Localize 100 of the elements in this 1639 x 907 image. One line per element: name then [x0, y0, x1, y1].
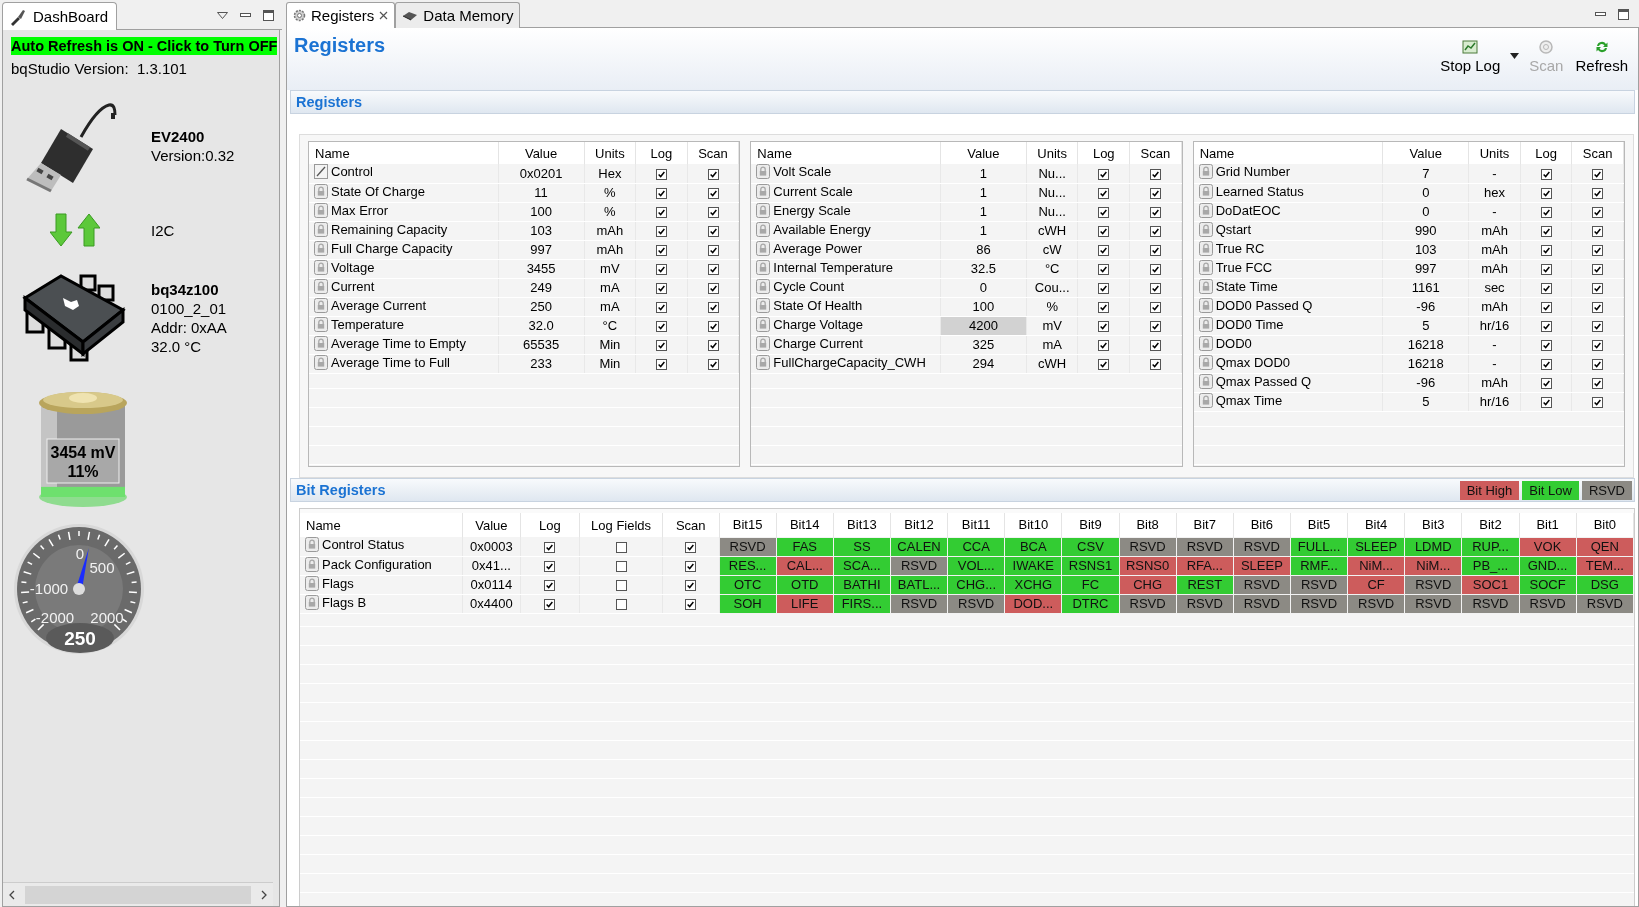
toolbar-button[interactable]: Stop Log	[1438, 39, 1503, 74]
checkbox[interactable]	[1592, 168, 1604, 180]
checkbox[interactable]	[1592, 264, 1604, 276]
checkbox[interactable]	[1592, 283, 1604, 295]
register-value[interactable]: 0x0201	[498, 164, 585, 183]
maximize-icon[interactable]	[263, 9, 274, 21]
checkbox[interactable]	[544, 580, 556, 592]
checkbox[interactable]	[1592, 207, 1604, 219]
checkbox[interactable]	[1149, 264, 1161, 276]
checkbox[interactable]	[655, 168, 667, 180]
checkbox[interactable]	[1592, 302, 1604, 314]
checkbox[interactable]	[707, 264, 719, 276]
checkbox[interactable]	[655, 283, 667, 295]
checkbox[interactable]	[1098, 188, 1110, 200]
maximize-icon[interactable]	[1618, 8, 1629, 20]
checkbox[interactable]	[1098, 359, 1110, 371]
checkbox[interactable]	[707, 168, 719, 180]
checkbox[interactable]	[655, 340, 667, 352]
checkbox[interactable]	[1149, 321, 1161, 333]
checkbox[interactable]	[685, 561, 697, 573]
checkbox[interactable]	[707, 340, 719, 352]
checkbox[interactable]	[1540, 207, 1552, 219]
register-value[interactable]: 7	[1382, 164, 1469, 183]
checkbox[interactable]	[1540, 168, 1552, 180]
checkbox[interactable]	[1098, 340, 1110, 352]
checkbox[interactable]	[1540, 264, 1552, 276]
checkbox[interactable]	[655, 302, 667, 314]
checkbox[interactable]	[1098, 264, 1110, 276]
minimize-icon[interactable]	[1595, 11, 1606, 17]
checkbox[interactable]	[1592, 321, 1604, 333]
checkbox[interactable]	[707, 321, 719, 333]
checkbox[interactable]	[1098, 168, 1110, 180]
checkbox[interactable]	[544, 599, 556, 611]
checkbox[interactable]	[1098, 226, 1110, 238]
checkbox[interactable]	[615, 561, 627, 573]
checkbox[interactable]	[685, 599, 697, 611]
checkbox[interactable]	[655, 264, 667, 276]
checkbox[interactable]	[1098, 321, 1110, 333]
checkbox[interactable]	[1540, 188, 1552, 200]
checkbox[interactable]	[707, 226, 719, 238]
checkbox[interactable]	[1149, 226, 1161, 238]
checkbox[interactable]	[655, 245, 667, 257]
checkbox[interactable]	[1540, 245, 1552, 257]
checkbox[interactable]	[1098, 283, 1110, 295]
editor-tab[interactable]: Data Memory	[395, 2, 521, 28]
checkbox[interactable]	[1540, 378, 1552, 390]
checkbox[interactable]	[1540, 321, 1552, 333]
checkbox[interactable]	[707, 188, 719, 200]
checkbox[interactable]	[1149, 245, 1161, 257]
dropdown-caret-icon[interactable]	[1510, 53, 1520, 59]
editor-tab[interactable]: Registers	[286, 2, 396, 28]
checkbox[interactable]	[707, 359, 719, 371]
checkbox[interactable]	[707, 207, 719, 219]
view-menu-icon[interactable]	[217, 11, 228, 19]
minimize-icon[interactable]	[240, 12, 251, 18]
checkbox[interactable]	[1592, 378, 1604, 390]
checkbox[interactable]	[655, 207, 667, 219]
checkbox[interactable]	[1149, 207, 1161, 219]
toolbar-button[interactable]: Refresh	[1573, 39, 1630, 74]
scroll-right-icon[interactable]	[261, 889, 267, 900]
checkbox[interactable]	[1149, 188, 1161, 200]
checkbox[interactable]	[1098, 302, 1110, 314]
checkbox[interactable]	[707, 245, 719, 257]
checkbox[interactable]	[707, 302, 719, 314]
checkbox[interactable]	[1149, 168, 1161, 180]
checkbox[interactable]	[1592, 226, 1604, 238]
checkbox[interactable]	[1592, 245, 1604, 257]
checkbox[interactable]	[1540, 397, 1552, 409]
checkbox[interactable]	[615, 541, 627, 553]
checkbox[interactable]	[655, 321, 667, 333]
checkbox[interactable]	[615, 599, 627, 611]
checkbox[interactable]	[1540, 226, 1552, 238]
checkbox[interactable]	[655, 226, 667, 238]
checkbox[interactable]	[1149, 340, 1161, 352]
scrollbar[interactable]	[3, 882, 273, 906]
checkbox[interactable]	[1540, 302, 1552, 314]
checkbox[interactable]	[1149, 283, 1161, 295]
auto-refresh-toggle[interactable]: Auto Refresh is ON - Click to Turn OFF	[11, 37, 278, 55]
checkbox[interactable]	[1592, 340, 1604, 352]
checkbox[interactable]	[1540, 283, 1552, 295]
checkbox[interactable]	[1592, 397, 1604, 409]
checkbox[interactable]	[1540, 340, 1552, 352]
checkbox[interactable]	[1149, 302, 1161, 314]
checkbox[interactable]	[1149, 359, 1161, 371]
checkbox[interactable]	[615, 580, 627, 592]
checkbox[interactable]	[1098, 207, 1110, 219]
checkbox[interactable]	[1592, 359, 1604, 371]
checkbox[interactable]	[1592, 188, 1604, 200]
scroll-left-icon[interactable]	[9, 889, 15, 900]
checkbox[interactable]	[655, 188, 667, 200]
register-value[interactable]: 1	[940, 164, 1027, 183]
checkbox[interactable]	[707, 283, 719, 295]
close-icon[interactable]	[379, 11, 389, 20]
checkbox[interactable]	[685, 541, 697, 553]
checkbox[interactable]	[685, 580, 697, 592]
checkbox[interactable]	[1098, 245, 1110, 257]
checkbox[interactable]	[655, 359, 667, 371]
dashboard-tab[interactable]: DashBoard	[2, 2, 118, 30]
checkbox[interactable]	[544, 541, 556, 553]
checkbox[interactable]	[1540, 359, 1552, 371]
